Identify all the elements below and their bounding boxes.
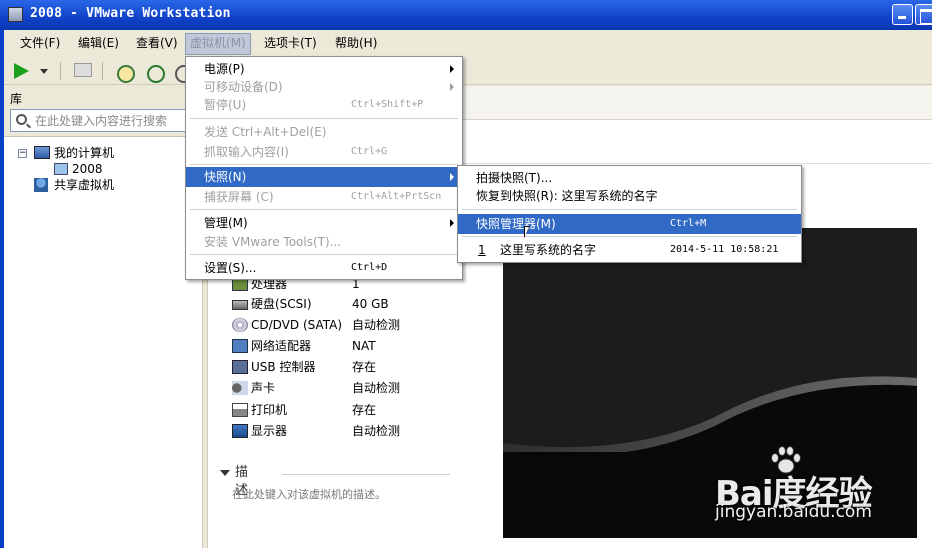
- vm-menu: 电源(P) 可移动设备(D) 暂停(U) Ctrl+Shift+P 发送 Ctr…: [185, 56, 463, 280]
- submenu-arrow-icon: [450, 83, 454, 91]
- submenu-arrow-icon: [450, 173, 454, 181]
- submenu-arrow-icon: [450, 65, 454, 73]
- menu-item-grab-input[interactable]: 抓取输入内容(I) Ctrl+G: [186, 142, 462, 162]
- toolbar: [4, 57, 932, 85]
- description-placeholder[interactable]: 在此处键入对该虚拟机的描述。: [232, 486, 386, 502]
- menu-separator: [462, 236, 797, 237]
- search-input[interactable]: [35, 112, 199, 129]
- description-divider: [282, 474, 450, 475]
- tree-item-my-computer[interactable]: 我的计算机: [54, 145, 114, 161]
- hardware-name: CD/DVD (SATA): [251, 318, 343, 332]
- take-snapshot-icon[interactable]: [114, 61, 135, 83]
- hardware-name: USB 控制器: [251, 360, 316, 374]
- hardware-value: 自动检测: [352, 381, 401, 395]
- library-search[interactable]: [10, 109, 202, 132]
- shared-vm-icon: [34, 178, 48, 192]
- network-adapter-icon: [232, 339, 248, 353]
- power-on-icon[interactable]: [14, 63, 29, 79]
- hardware-value: NAT: [352, 339, 376, 353]
- menu-item-capture-screen[interactable]: 捕获屏幕 (C) Ctrl+Alt+PrtScn: [186, 187, 462, 207]
- menu-item-send-ctrl-alt-del[interactable]: 发送 Ctrl+Alt+Del(E): [186, 122, 462, 142]
- menu-item-revert-snapshot[interactable]: 恢复到快照(R): 这里写系统的名字: [458, 186, 801, 206]
- menu-item-power[interactable]: 电源(P): [186, 59, 462, 79]
- menu-item-recent-snapshot[interactable]: 1 这里写系统的名字 2014-5-11 10:58:21: [458, 240, 801, 260]
- hardware-name: 硬盘(SCSI): [251, 297, 312, 311]
- computer-icon: [34, 146, 50, 159]
- toolbar-separator: [102, 62, 103, 80]
- display-icon: [232, 424, 248, 438]
- minimize-button[interactable]: [892, 4, 913, 25]
- baidu-watermark: Bai度经验 jingyan.baidu.com: [715, 446, 885, 536]
- hardware-name: 声卡: [251, 381, 276, 395]
- toolbar-separator: [60, 62, 61, 80]
- vmware-app-icon: [8, 7, 23, 22]
- menu-separator: [462, 209, 797, 210]
- menu-item-removable-devices[interactable]: 可移动设备(D): [186, 77, 462, 97]
- menu-separator: [190, 164, 458, 165]
- hard-disk-icon: [232, 300, 248, 310]
- usb-controller-icon: [232, 360, 248, 374]
- printer-icon: [232, 403, 248, 417]
- snapshot-submenu: 拍摄快照(T)... 恢复到快照(R): 这里写系统的名字 快照管理器(M) C…: [457, 165, 802, 263]
- submenu-arrow-icon: [450, 219, 454, 227]
- revert-snapshot-icon[interactable]: [144, 61, 165, 83]
- collapse-icon: [220, 470, 230, 476]
- menu-view[interactable]: 查看(V): [132, 35, 182, 54]
- menu-edit[interactable]: 编辑(E): [74, 35, 123, 54]
- menu-separator: [190, 209, 458, 210]
- title-bar: 2008 - VMware Workstation: [0, 0, 932, 30]
- menu-bar: 文件(F) 编辑(E) 查看(V) 虚拟机(M) 选项卡(T) 帮助(H): [4, 30, 932, 57]
- maximize-button[interactable]: [915, 4, 932, 25]
- menu-item-take-snapshot[interactable]: 拍摄快照(T)...: [458, 168, 801, 188]
- hardware-name: 显示器: [251, 424, 288, 438]
- menu-item-snapshot[interactable]: 快照(N): [186, 167, 462, 187]
- menu-item-snapshot-manager[interactable]: 快照管理器(M) Ctrl+M: [458, 214, 801, 234]
- menu-file[interactable]: 文件(F): [16, 35, 64, 54]
- vm-icon: [54, 163, 68, 175]
- hardware-value: 自动检测: [352, 318, 401, 332]
- menu-item-manage[interactable]: 管理(M): [186, 213, 462, 233]
- network-icon[interactable]: [72, 61, 92, 81]
- library-tree: − 我的计算机 2008 共享虚拟机: [4, 136, 202, 548]
- watermark-url: jingyan.baidu.com: [715, 502, 872, 522]
- hardware-name: 打印机: [251, 403, 288, 417]
- hardware-value: 自动检测: [352, 424, 401, 438]
- collapse-icon[interactable]: −: [18, 149, 27, 158]
- cd-dvd-icon: [232, 318, 248, 332]
- menu-item-settings[interactable]: 设置(S)... Ctrl+D: [186, 258, 462, 278]
- menu-item-pause[interactable]: 暂停(U) Ctrl+Shift+P: [186, 95, 462, 115]
- menu-tabs[interactable]: 选项卡(T): [260, 35, 321, 54]
- sound-card-icon: [232, 381, 248, 395]
- menu-vm[interactable]: 虚拟机(M): [185, 33, 251, 55]
- power-dropdown-icon[interactable]: [40, 69, 48, 74]
- hardware-value: 40 GB: [352, 297, 389, 311]
- hardware-value: 存在: [352, 360, 377, 374]
- hardware-name: 网络适配器: [251, 339, 312, 353]
- tree-item-shared-vms[interactable]: 共享虚拟机: [54, 177, 114, 193]
- window-title: 2008 - VMware Workstation: [30, 6, 231, 21]
- menu-separator: [190, 118, 458, 119]
- tree-item-vm-2008[interactable]: 2008: [72, 161, 103, 177]
- hardware-value: 存在: [352, 403, 377, 417]
- search-icon: [16, 114, 27, 125]
- mouse-cursor-icon: [524, 226, 530, 238]
- menu-separator: [190, 254, 458, 255]
- library-header: 库: [4, 86, 202, 108]
- menu-item-install-vmware-tools[interactable]: 安装 VMware Tools(T)...: [186, 232, 462, 252]
- menu-help[interactable]: 帮助(H): [331, 35, 381, 54]
